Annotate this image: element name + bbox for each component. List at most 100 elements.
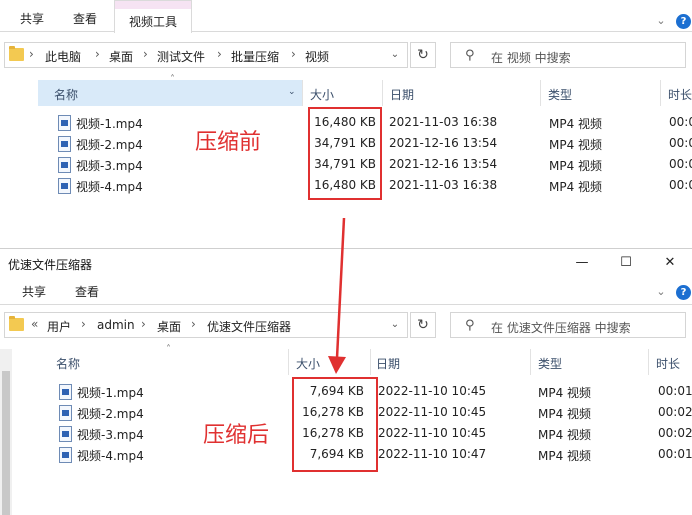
column-divider[interactable] xyxy=(648,349,649,375)
column-divider[interactable] xyxy=(540,80,541,106)
ribbon-expand-chevron-icon[interactable]: ⌄ xyxy=(652,283,670,301)
file-name: 视频-1.mp4 xyxy=(76,117,143,131)
breadcrumb-test-files[interactable]: 测试文件 xyxy=(157,48,205,65)
breadcrumb-desktop[interactable]: 桌面 xyxy=(157,318,181,335)
column-type[interactable]: 类型 xyxy=(538,355,562,372)
address-dropdown-icon[interactable]: ⌄ xyxy=(385,43,405,67)
breadcrumb-separator-icon: › xyxy=(29,47,34,61)
column-duration[interactable]: 时长 xyxy=(668,86,692,103)
file-duration: 00:01: xyxy=(669,178,692,192)
refresh-button[interactable]: ↻ xyxy=(410,42,436,68)
breadcrumb-overflow-icon[interactable]: « xyxy=(31,317,38,331)
search-input[interactable]: ⚲ 在 优速文件压缩器 中搜索 xyxy=(450,312,686,338)
breadcrumb-separator-icon: › xyxy=(95,47,100,61)
breadcrumb-separator-icon: › xyxy=(141,317,146,331)
folder-icon xyxy=(9,46,24,61)
breadcrumb-desktop[interactable]: 桌面 xyxy=(109,48,133,65)
annotation-before: 压缩前 xyxy=(195,130,262,155)
file-name: 视频-1.mp4 xyxy=(77,386,144,400)
sort-ascending-icon: ˄ xyxy=(166,344,171,355)
column-size[interactable]: 大小 xyxy=(296,355,320,372)
address-bar[interactable]: › 此电脑 › 桌面 › 测试文件 › 批量压缩 › 视频 ⌄ xyxy=(4,42,408,68)
close-icon[interactable]: ✕ xyxy=(648,249,692,277)
file-type: MP4 视频 xyxy=(538,386,592,400)
file-duration: 00:02: xyxy=(658,405,692,419)
address-bar[interactable]: « 用户 › admin › 桌面 › 优速文件压缩器 ⌄ xyxy=(4,312,408,338)
tab-share[interactable]: 共享 xyxy=(22,283,46,300)
column-name[interactable]: 名称 xyxy=(56,355,80,372)
minimize-icon[interactable]: — xyxy=(560,249,604,277)
column-divider[interactable] xyxy=(288,349,289,375)
breadcrumb-separator-icon: › xyxy=(191,317,196,331)
column-duration[interactable]: 时长 xyxy=(656,355,680,372)
file-date: 2021-12-16 13:54 xyxy=(389,136,498,150)
file-type: MP4 视频 xyxy=(549,180,603,194)
breadcrumb-video[interactable]: 视频 xyxy=(305,48,329,65)
folder-icon xyxy=(9,316,24,331)
file-duration: 00:01: xyxy=(658,447,692,461)
explorer-window-before: 共享 查看 视频工具 ⌄ ? › 此电脑 › 桌面 › 测试文件 › 批量压缩 … xyxy=(0,0,692,248)
column-header-row: ˄ 名称 大小 日期 类型 时长 xyxy=(20,344,692,375)
file-type: MP4 视频 xyxy=(538,428,592,442)
video-file-icon xyxy=(59,447,72,463)
video-file-icon xyxy=(58,157,71,173)
explorer-window-after: 优速文件压缩器 — ☐ ✕ 共享 查看 ⌄ ? « 用户 › admin › 桌… xyxy=(0,248,692,515)
tab-view[interactable]: 查看 xyxy=(75,283,99,300)
size-highlight-box xyxy=(308,107,382,200)
ribbon-expand-chevron-icon[interactable]: ⌄ xyxy=(652,12,670,30)
breadcrumb-admin[interactable]: admin xyxy=(97,318,135,332)
file-name: 视频-3.mp4 xyxy=(77,428,144,442)
file-type: MP4 视频 xyxy=(549,159,603,173)
maximize-icon[interactable]: ☐ xyxy=(604,249,648,277)
file-type: MP4 视频 xyxy=(538,407,592,421)
column-divider[interactable] xyxy=(302,80,303,106)
file-date: 2022-11-10 10:47 xyxy=(378,447,487,461)
window-title: 优速文件压缩器 xyxy=(8,258,93,272)
search-placeholder: 在 视频 中搜索 xyxy=(491,51,571,65)
column-size[interactable]: 大小 xyxy=(310,86,334,103)
tab-video-tools-label: 视频工具 xyxy=(128,15,177,29)
tab-share[interactable]: 共享 xyxy=(20,10,44,27)
file-date: 2022-11-10 10:45 xyxy=(378,384,487,398)
video-file-icon xyxy=(59,405,72,421)
annotation-after: 压缩后 xyxy=(203,423,270,448)
address-dropdown-icon[interactable]: ⌄ xyxy=(385,313,405,337)
tab-view[interactable]: 查看 xyxy=(73,10,97,27)
breadcrumb-compressor[interactable]: 优速文件压缩器 xyxy=(207,318,291,335)
file-type: MP4 视频 xyxy=(549,117,603,131)
video-file-icon xyxy=(58,178,71,194)
search-input[interactable]: ⚲ 在 视频 中搜索 xyxy=(450,42,686,68)
breadcrumb-separator-icon: › xyxy=(81,317,86,331)
video-file-icon xyxy=(58,115,71,131)
column-dropdown-icon[interactable]: ⌄ xyxy=(288,87,296,97)
file-name: 视频-4.mp4 xyxy=(77,449,144,463)
column-divider[interactable] xyxy=(530,349,531,375)
file-duration: 00:01: xyxy=(658,384,692,398)
column-divider[interactable] xyxy=(370,349,371,375)
column-date[interactable]: 日期 xyxy=(376,355,400,372)
ribbon: 共享 查看 ⌄ ? xyxy=(0,277,692,305)
breadcrumb-separator-icon: › xyxy=(143,47,148,61)
help-icon[interactable]: ? xyxy=(676,14,691,29)
size-highlight-box xyxy=(292,377,378,472)
column-name[interactable]: 名称 xyxy=(54,86,78,103)
file-type: MP4 视频 xyxy=(549,138,603,152)
column-type[interactable]: 类型 xyxy=(548,86,572,103)
search-icon: ⚲ xyxy=(465,318,475,333)
breadcrumb-separator-icon: › xyxy=(217,47,222,61)
tab-video-tools[interactable]: 视频工具 xyxy=(114,0,192,33)
refresh-button[interactable]: ↻ xyxy=(410,312,436,338)
column-date[interactable]: 日期 xyxy=(390,86,414,103)
file-name: 视频-4.mp4 xyxy=(76,180,143,194)
help-icon[interactable]: ? xyxy=(676,285,691,300)
breadcrumb-batch-compress[interactable]: 批量压缩 xyxy=(231,48,279,65)
breadcrumb-this-pc[interactable]: 此电脑 xyxy=(45,48,81,65)
file-date: 2022-11-10 10:45 xyxy=(378,426,487,440)
column-divider[interactable] xyxy=(660,80,661,106)
video-file-icon xyxy=(59,384,72,400)
ribbon: 共享 查看 视频工具 ⌄ ? xyxy=(0,0,692,33)
column-header-row: ˄ 名称 ⌄ 大小 日期 类型 时长 xyxy=(38,74,692,106)
column-divider[interactable] xyxy=(382,80,383,106)
video-file-icon xyxy=(59,426,72,442)
breadcrumb-users[interactable]: 用户 xyxy=(47,318,71,335)
